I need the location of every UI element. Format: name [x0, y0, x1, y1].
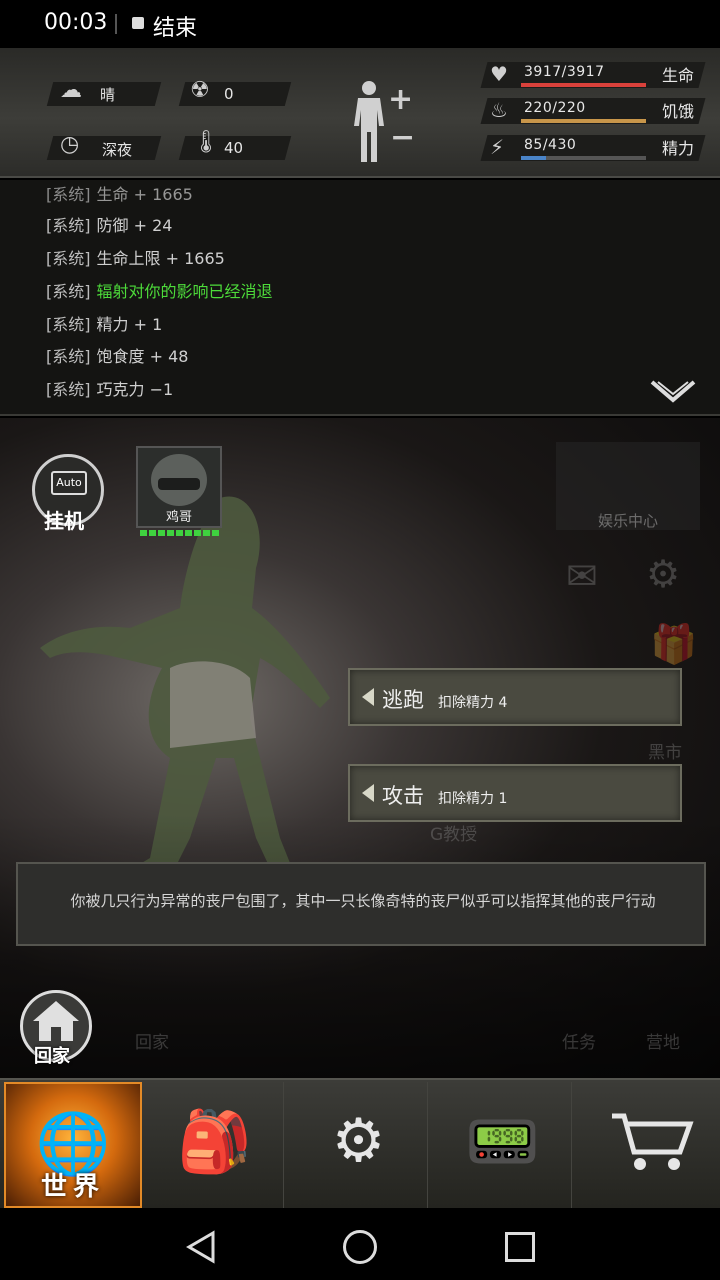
- enemy-health-bar: [140, 530, 220, 536]
- tab-world[interactable]: 🌐 世界: [4, 1082, 142, 1208]
- black-market-label[interactable]: 黑市: [648, 738, 682, 763]
- time-of-day-value: 深夜: [102, 141, 133, 159]
- hunger-label: 饥饿: [662, 102, 695, 121]
- energy-label: 精力: [662, 139, 695, 158]
- tab-shop[interactable]: [578, 1082, 716, 1208]
- log-line: [系统] 辐射对你的影响已经消退: [46, 282, 273, 301]
- house-icon: [33, 1001, 79, 1041]
- back-icon[interactable]: [185, 1230, 217, 1264]
- caret-left-icon: [362, 784, 374, 802]
- auto-badge: Auto: [51, 471, 87, 495]
- recents-icon[interactable]: [505, 1232, 535, 1262]
- divider: [115, 14, 117, 34]
- stop-icon[interactable]: [132, 17, 144, 29]
- enemy-name: 鸡哥: [165, 510, 192, 525]
- hunger-value: 220/220: [524, 100, 586, 116]
- mail-icon[interactable]: ✉: [566, 554, 598, 598]
- attack-label: 攻击: [382, 784, 424, 808]
- weather-value: 晴: [100, 86, 116, 104]
- caret-left-icon: [362, 688, 374, 706]
- tab-world-label: 世界: [40, 1172, 105, 1202]
- attack-button[interactable]: 攻击 扣除精力 1: [348, 764, 682, 822]
- walkie-talkie-icon: 📟: [465, 1107, 540, 1177]
- gear-icon[interactable]: ⚙: [646, 552, 680, 596]
- attack-cost: 扣除精力 1: [438, 791, 508, 807]
- cart-icon: [612, 1113, 694, 1170]
- energy-value: 85/430: [524, 137, 577, 153]
- health-label: 生命: [662, 66, 695, 85]
- entertainment-center-label: 娱乐中心: [597, 512, 658, 530]
- flee-label: 逃跑: [382, 688, 424, 712]
- task-label[interactable]: 任务: [562, 1028, 596, 1053]
- stomach-icon: ♨: [490, 98, 508, 122]
- faint-home-label[interactable]: 回家: [135, 1028, 169, 1053]
- status-bar: 00:03 结束: [0, 0, 720, 48]
- flee-button[interactable]: 逃跑 扣除精力 4: [348, 668, 682, 726]
- temperature-value: 40: [224, 139, 244, 157]
- body-status-icon[interactable]: [348, 80, 390, 164]
- event-description: 你被几只行为异常的丧尸包围了，其中一只长像奇特的丧尸似乎可以指挥其他的丧尸行动: [70, 892, 656, 910]
- auto-battle-label: 挂机: [44, 509, 84, 533]
- flee-cost: 扣除精力 4: [438, 695, 508, 711]
- radiation-value: 0: [224, 85, 234, 103]
- helmet-icon: [151, 454, 207, 506]
- home-nav-icon[interactable]: [343, 1230, 377, 1264]
- energy-bar: [521, 156, 646, 160]
- plus-icon[interactable]: +: [388, 82, 413, 117]
- cloud-sun-icon: ☁: [60, 78, 82, 103]
- clock-time: 00:03: [44, 10, 108, 35]
- hunger-bar: [521, 119, 646, 123]
- event-description-box: 你被几只行为异常的丧尸包围了，其中一只长像奇特的丧尸似乎可以指挥其他的丧尸行动: [16, 862, 706, 946]
- chevron-down-icon[interactable]: [650, 378, 696, 406]
- heart-icon: ♥: [490, 62, 508, 86]
- log-line: [系统] 饱食度 + 48: [46, 347, 189, 366]
- energy-icon: ⚡: [490, 135, 505, 159]
- log-line: [系统] 防御 + 24: [46, 216, 173, 235]
- end-recording-button[interactable]: 结束: [153, 10, 197, 42]
- system-nav-bar: [0, 1208, 720, 1280]
- tab-radio[interactable]: 📟: [434, 1082, 572, 1208]
- gift-icon[interactable]: 🎁: [650, 622, 697, 667]
- camp-label[interactable]: 营地: [646, 1028, 680, 1053]
- log-line: [系统] 巧克力 −1: [46, 380, 174, 399]
- backpack-icon: 🎒: [177, 1107, 252, 1177]
- tab-skills[interactable]: ⚙: [290, 1082, 428, 1208]
- log-line: [系统] 生命上限 + 1665: [46, 249, 225, 268]
- clock-icon: ◷: [60, 132, 80, 157]
- health-value: 3917/3917: [524, 64, 605, 80]
- log-line: [系统] 精力 + 1: [46, 315, 163, 334]
- bottom-tab-bar: 🌐 世界 🎒 ⚙ 📟: [0, 1078, 720, 1208]
- radiation-icon: ☢: [190, 78, 210, 103]
- tab-backpack[interactable]: 🎒: [146, 1082, 284, 1208]
- top-hud: ☁ 晴 ☢ 0 ◷ 深夜 🌡 40 + − ♥ 3917/3917 生命 ♨ 2…: [0, 48, 720, 178]
- home-label: 回家: [34, 1046, 70, 1067]
- log-line: [系统] 生命 + 1665: [46, 185, 193, 204]
- health-bar: [521, 83, 646, 87]
- message-log[interactable]: [系统] 生命 + 1665 [系统] 防御 + 24 [系统] 生命上限 + 166…: [0, 180, 720, 416]
- minus-icon[interactable]: −: [390, 120, 415, 155]
- thermometer-icon: 🌡: [192, 130, 220, 155]
- head-gears-icon: ⚙: [331, 1106, 386, 1176]
- professor-label[interactable]: G教授: [430, 820, 477, 845]
